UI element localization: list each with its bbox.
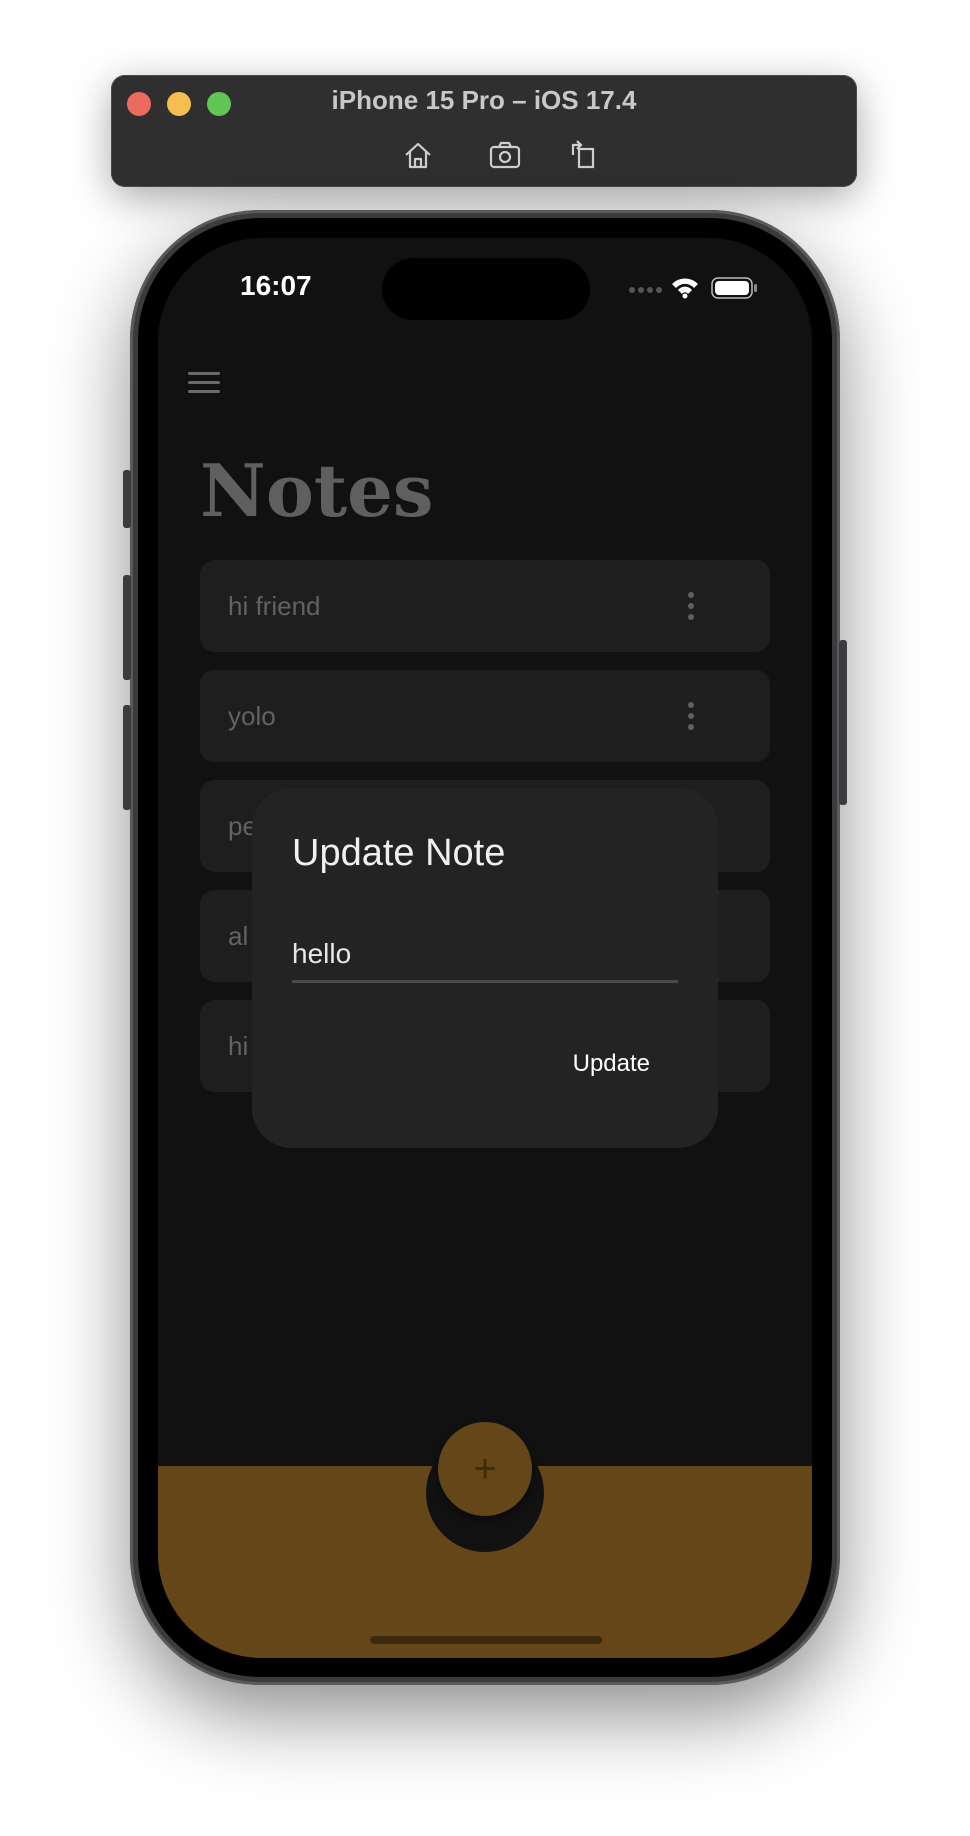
note-input[interactable] <box>292 928 678 983</box>
wifi-icon <box>672 278 698 299</box>
update-note-dialog: Update Note Update <box>252 788 718 1148</box>
page-title: Notes <box>200 448 434 533</box>
battery-icon <box>711 277 757 299</box>
more-options-icon[interactable] <box>688 592 696 622</box>
power-button <box>839 640 847 805</box>
rotate-icon[interactable] <box>563 135 603 175</box>
cellular-signal-icon <box>629 287 662 293</box>
more-options-icon[interactable] <box>688 702 696 732</box>
action-button <box>123 470 131 528</box>
status-icons <box>628 274 758 299</box>
status-time: 16:07 <box>240 270 312 301</box>
add-note-button[interactable]: + <box>438 1422 532 1516</box>
note-text: al <box>228 921 249 951</box>
note-text: hi <box>228 1031 249 1061</box>
simulator-title: iPhone 15 Pro – iOS 17.4 <box>331 85 637 115</box>
dynamic-island <box>382 258 590 320</box>
home-indicator[interactable] <box>370 1636 602 1644</box>
volume-down-button <box>123 705 131 810</box>
note-item[interactable]: hi friend <box>200 560 770 652</box>
phone-screen: 16:07 Notes hi friend yolo pe al hi + Up… <box>158 238 812 1658</box>
update-button[interactable]: Update <box>573 1050 650 1078</box>
note-text: hi friend <box>228 591 321 621</box>
dialog-title: Update Note <box>292 832 506 874</box>
volume-up-button <box>123 575 131 680</box>
note-text: yolo <box>228 701 276 731</box>
screenshot-icon[interactable] <box>485 135 525 175</box>
plus-icon: + <box>473 1447 497 1491</box>
home-icon[interactable] <box>398 135 438 175</box>
simulator-toolbar <box>111 135 857 175</box>
simulator-window-bar: iPhone 15 Pro – iOS 17.4 <box>111 75 857 187</box>
menu-icon[interactable] <box>188 372 220 400</box>
note-item[interactable]: yolo <box>200 670 770 762</box>
